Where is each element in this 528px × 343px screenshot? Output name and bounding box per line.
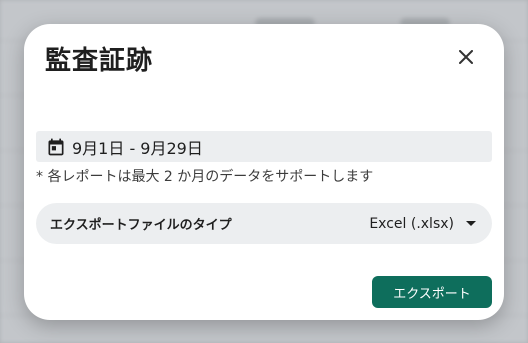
- range-limit-note: * 各レポートは最大 2 か月のデータをサポートします: [36, 169, 374, 185]
- file-type-value: Excel (.xlsx): [369, 215, 454, 232]
- file-type-label: エクスポートファイルのタイプ: [50, 218, 232, 233]
- calendar-icon: [46, 137, 66, 157]
- audit-trail-dialog: 監査証跡 9月1日 - 9月29日 * 各レポートは最大 2 か月のデータをサポ…: [24, 24, 504, 320]
- date-range-picker[interactable]: 9月1日 - 9月29日: [36, 131, 492, 162]
- date-range-text: 9月1日 - 9月29日: [72, 138, 203, 158]
- export-button[interactable]: エクスポート: [372, 276, 492, 308]
- close-icon: [459, 50, 473, 64]
- caret-down-icon: [466, 219, 476, 229]
- file-type-select[interactable]: エクスポートファイルのタイプ Excel (.xlsx): [36, 203, 492, 244]
- dialog-title: 監査証跡: [45, 46, 154, 76]
- close-button[interactable]: [454, 45, 478, 69]
